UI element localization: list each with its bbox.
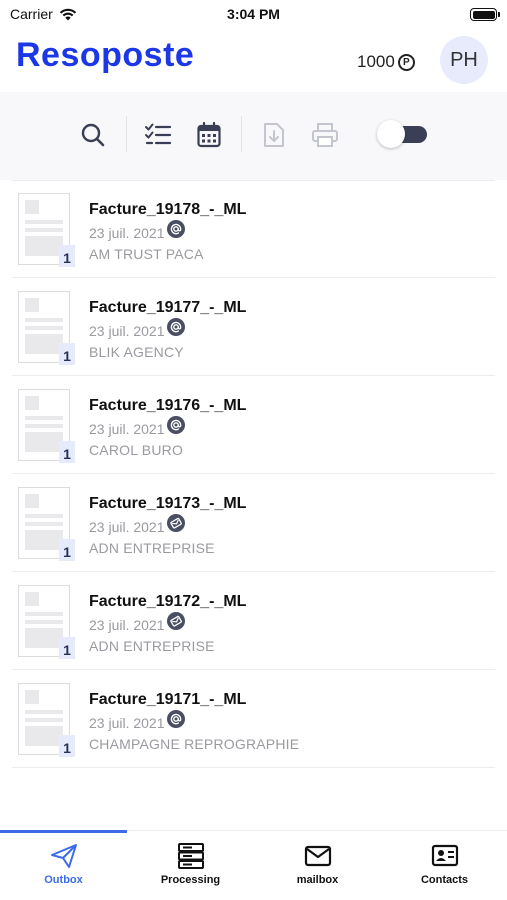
tab-outbox-label: Outbox bbox=[44, 874, 83, 886]
page-count-badge: 1 bbox=[59, 343, 75, 365]
document-date: 23 juil. 2021 bbox=[89, 323, 165, 339]
document-recipient: CAROL BURO bbox=[89, 442, 184, 458]
document-recipient: ADN ENTREPRISE bbox=[89, 638, 215, 654]
contact-card-icon bbox=[381, 843, 507, 871]
envelope-check-icon bbox=[167, 514, 185, 532]
bottom-nav: Outbox Processing mailbox Contacts bbox=[0, 830, 507, 900]
search-icon[interactable] bbox=[78, 120, 108, 150]
status-bar: Carrier 3:04 PM bbox=[0, 0, 507, 30]
user-avatar[interactable]: PH bbox=[440, 36, 488, 84]
at-icon bbox=[167, 416, 185, 434]
tab-processing-label: Processing bbox=[160, 874, 221, 886]
document-recipient: BLIK AGENCY bbox=[89, 344, 184, 360]
at-icon bbox=[167, 220, 185, 238]
document-recipient: AM TRUST PACA bbox=[89, 246, 204, 262]
credit-balance[interactable]: 1000 P bbox=[357, 52, 415, 72]
document-title: Facture_19178_-_ML bbox=[89, 201, 247, 218]
document-title: Facture_19176_-_ML bbox=[89, 397, 247, 414]
toolbar bbox=[0, 92, 507, 180]
at-icon bbox=[167, 318, 185, 336]
page-count-badge: 1 bbox=[59, 539, 75, 561]
status-time: 3:04 PM bbox=[227, 6, 280, 22]
document-recipient: CHAMPAGNE REPROGRAPHIE bbox=[89, 736, 300, 752]
page-count-badge: 1 bbox=[59, 735, 75, 757]
tab-mailbox[interactable]: mailbox bbox=[254, 831, 381, 900]
document-row[interactable]: 1 Facture_19171_-_ML 23 juil. 2021 CHAMPAGN… bbox=[0, 670, 507, 768]
tab-outbox[interactable]: Outbox bbox=[0, 831, 127, 900]
credit-coin-icon: P bbox=[397, 53, 415, 71]
paper-plane-icon bbox=[0, 843, 127, 871]
document-row[interactable]: 1 Facture_19178_-_ML 23 juil. 2021 AM TRUST… bbox=[0, 180, 507, 278]
document-title: Facture_19171_-_ML bbox=[89, 691, 247, 708]
document-date: 23 juil. 2021 bbox=[89, 617, 165, 633]
at-icon bbox=[167, 710, 185, 728]
calendar-icon[interactable] bbox=[194, 120, 224, 150]
document-row[interactable]: 1 Facture_19176_-_ML 23 juil. 2021 CAROL BU… bbox=[0, 376, 507, 474]
tab-processing[interactable]: Processing bbox=[127, 831, 254, 900]
checklist-icon[interactable] bbox=[143, 120, 173, 150]
page-count-badge: 1 bbox=[59, 245, 75, 267]
battery-icon bbox=[470, 8, 500, 21]
document-title: Facture_19177_-_ML bbox=[89, 299, 247, 316]
document-row[interactable]: 1 Facture_19177_-_ML 23 juil. 2021 BLIK AGE… bbox=[0, 278, 507, 376]
envelope-icon bbox=[254, 843, 381, 871]
document-date: 23 juil. 2021 bbox=[89, 225, 165, 241]
download-icon[interactable] bbox=[259, 120, 289, 150]
toolbar-divider bbox=[241, 116, 242, 152]
page-count-badge: 1 bbox=[59, 637, 75, 659]
tab-contacts[interactable]: Contacts bbox=[381, 831, 507, 900]
document-row[interactable]: 1 Facture_19173_-_ML 23 juil. 2021 ADN ENTR… bbox=[0, 474, 507, 572]
toggle-switch[interactable] bbox=[377, 120, 429, 148]
app-header: Resoposte 1000 P PH bbox=[0, 30, 507, 92]
envelope-check-icon bbox=[167, 612, 185, 630]
document-row[interactable]: 1 Facture_19172_-_ML 23 juil. 2021 ADN ENTR… bbox=[0, 572, 507, 670]
tab-contacts-label: Contacts bbox=[420, 874, 469, 886]
toggle-knob bbox=[377, 120, 405, 148]
document-title: Facture_19173_-_ML bbox=[89, 495, 247, 512]
document-recipient: ADN ENTREPRISE bbox=[89, 540, 215, 556]
document-title: Facture_19172_-_ML bbox=[89, 593, 247, 610]
server-stack-icon bbox=[127, 843, 254, 871]
credit-amount: 1000 bbox=[357, 52, 395, 71]
app-logo: Resoposte bbox=[16, 36, 195, 74]
page-count-badge: 1 bbox=[59, 441, 75, 463]
document-date: 23 juil. 2021 bbox=[89, 519, 165, 535]
print-icon[interactable] bbox=[310, 120, 340, 150]
document-list: 1 Facture_19178_-_ML 23 juil. 2021 AM TRUST… bbox=[0, 180, 507, 768]
document-date: 23 juil. 2021 bbox=[89, 715, 165, 731]
tab-mailbox-label: mailbox bbox=[296, 874, 339, 886]
document-date: 23 juil. 2021 bbox=[89, 421, 165, 437]
toolbar-divider bbox=[126, 116, 127, 152]
